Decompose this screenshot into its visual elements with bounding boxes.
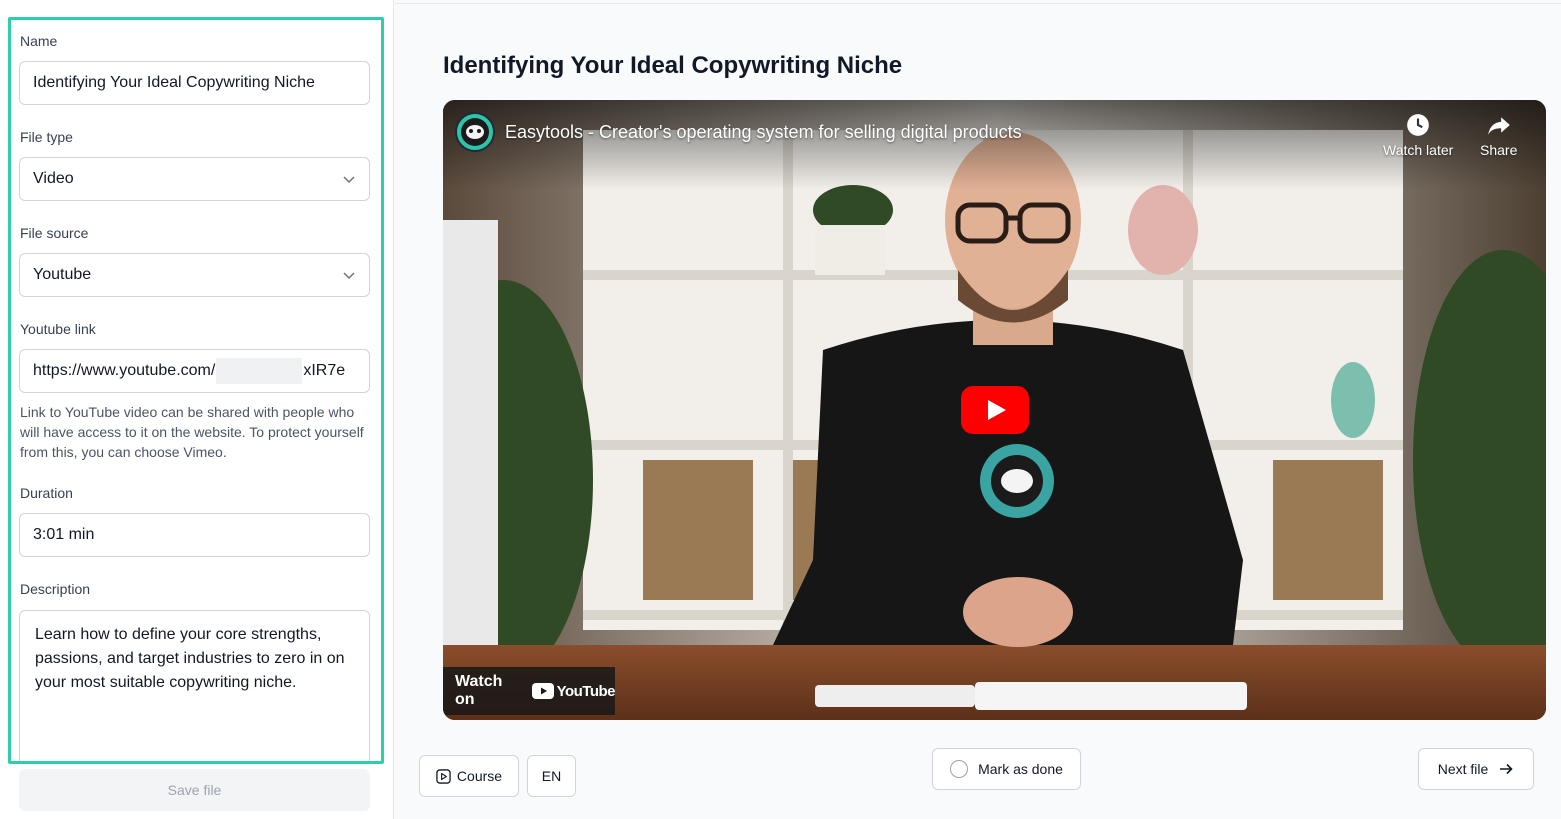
language-label: EN [541, 768, 562, 784]
watch-later-label: Watch later [1383, 142, 1454, 158]
file-type-value: Video [33, 170, 74, 187]
name-input[interactable]: Identifying Your Ideal Copywriting Niche [19, 61, 370, 105]
play-button-icon[interactable] [961, 386, 1029, 434]
checkbox-circle-icon [950, 760, 969, 778]
duration-label: Duration [20, 485, 73, 501]
next-file-button[interactable]: Next file [1418, 748, 1534, 790]
video-top-overlay [443, 100, 1546, 190]
file-type-select[interactable]: Video [19, 157, 370, 201]
file-source-value: Youtube [33, 266, 92, 283]
arrow-right-icon [1500, 763, 1513, 775]
duration-value: 3:01 min [33, 526, 95, 543]
top-divider [395, 3, 1561, 4]
video-player[interactable]: Easytools - Creator's operating system f… [443, 100, 1546, 720]
file-source-label: File source [20, 225, 89, 241]
youtube-logo-text: YouTube [556, 682, 616, 700]
redacted-block [216, 358, 303, 384]
language-button[interactable]: EN [527, 755, 576, 797]
video-channel-title[interactable]: Easytools - Creator's operating system f… [505, 122, 1022, 143]
youtube-link-help: Link to YouTube video can be shared with… [20, 404, 364, 460]
youtube-link-input[interactable]: https://www.youtube.com/xIR7e [19, 349, 370, 393]
next-file-label: Next file [1437, 761, 1489, 777]
file-source-select[interactable]: Youtube [19, 253, 370, 297]
description-textarea[interactable]: Learn how to define your core strengths,… [19, 610, 370, 761]
clock-icon [1407, 114, 1429, 136]
youtube-logo: YouTube [531, 682, 616, 700]
share-arrow-icon [1487, 117, 1510, 135]
watch-later-button[interactable]: Watch later [1383, 112, 1453, 158]
save-file-button[interactable]: Save file [19, 769, 370, 811]
file-type-label: File type [20, 129, 73, 145]
file-editor-panel: Name Identifying Your Ideal Copywriting … [0, 0, 394, 819]
watch-on-label: Watch on [455, 673, 503, 708]
youtube-icon [531, 683, 554, 699]
description-label: Description [20, 581, 91, 597]
duration-input[interactable]: 3:01 min [19, 513, 370, 557]
course-button[interactable]: Course [419, 755, 519, 797]
chevron-down-icon [343, 272, 355, 280]
name-label: Name [20, 33, 58, 49]
name-value: Identifying Your Ideal Copywriting Niche [33, 74, 315, 91]
course-label: Course [456, 768, 503, 784]
mark-as-done-button[interactable]: Mark as done [932, 748, 1081, 790]
page-title: Identifying Your Ideal Copywriting Niche [443, 52, 903, 79]
share-label: Share [1480, 142, 1518, 158]
mark-done-label: Mark as done [978, 761, 1063, 777]
watch-on-youtube-button[interactable]: Watch on YouTube [443, 667, 616, 715]
chevron-down-icon [343, 176, 355, 184]
youtube-link-prefix: https://www.youtube.com/ [33, 362, 216, 379]
channel-avatar[interactable] [455, 112, 495, 152]
sloth-logo-icon [461, 118, 489, 146]
share-button[interactable]: Share [1480, 112, 1517, 158]
play-square-icon [436, 768, 451, 784]
youtube-link-suffix: xIR7e [303, 362, 346, 379]
file-form: Name Identifying Your Ideal Copywriting … [8, 17, 384, 764]
youtube-link-label: Youtube link [20, 321, 96, 337]
